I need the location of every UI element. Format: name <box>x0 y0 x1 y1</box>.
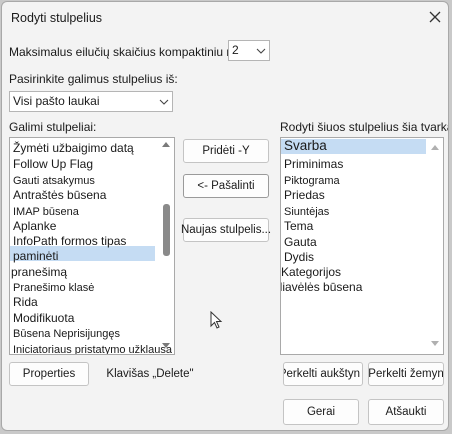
shown-scrollbar[interactable] <box>428 138 443 354</box>
list-item-selected[interactable]: Svarba <box>284 139 327 153</box>
list-item[interactable]: Kategorijos <box>281 265 341 279</box>
scrollbar-thumb[interactable] <box>163 204 170 256</box>
move-down-label: Perkelti žemyn <box>368 368 444 380</box>
max-lines-value: 2 <box>232 43 239 57</box>
mouse-pointer-icon <box>210 311 223 329</box>
list-item[interactable]: Vėliavėlės būsena <box>281 280 362 294</box>
close-icon <box>429 11 441 23</box>
list-item[interactable]: Rida <box>13 295 38 309</box>
available-columns-list[interactable]: Žymėti užbaigimo datą Follow Up Flag Gau… <box>9 137 175 355</box>
list-item[interactable]: Gauti atsakymus <box>13 174 95 188</box>
available-scrollbar[interactable] <box>159 138 174 354</box>
delete-key-button[interactable]: Klavišas „Delete" <box>97 362 203 386</box>
list-item[interactable]: Antraštės būsena <box>13 188 106 202</box>
list-item[interactable]: InfoPath formos tipas <box>13 234 126 248</box>
move-down-button[interactable]: Perkelti žemyn <box>368 362 444 386</box>
available-columns-label: Galimi stulpeliai: <box>9 120 97 134</box>
rodyti-stulpelius-dialog: Rodyti stulpelius Maksimalus eilučių ska… <box>1 1 449 431</box>
list-item[interactable]: Žymėti užbaigimo datą <box>13 141 134 155</box>
shown-columns-label: Rodyti šiuos stulpelius šia tvarka: <box>280 120 449 134</box>
max-lines-combo[interactable]: 2 <box>228 40 270 61</box>
dialog-title: Rodyti stulpelius <box>11 11 103 25</box>
ok-button[interactable]: Gerai <box>283 399 359 425</box>
list-item[interactable]: Tema <box>284 219 313 233</box>
available-from-label: Pasirinkite galimus stulpelius iš: <box>9 72 178 86</box>
scroll-up-icon[interactable] <box>431 145 439 150</box>
close-button[interactable] <box>424 6 446 28</box>
list-item[interactable]: Būsena Neprisijungęs <box>13 327 120 341</box>
chevron-down-icon <box>155 92 172 111</box>
list-item[interactable]: Gauta <box>284 235 317 249</box>
list-item[interactable]: Priedas <box>284 188 325 202</box>
list-item[interactable]: Aplanke <box>13 219 56 233</box>
list-item[interactable]: Priminimas <box>284 157 343 171</box>
list-item[interactable]: Iniciatoriaus pristatymo užklausa <box>13 343 172 354</box>
list-item-selected[interactable]: paminėti <box>13 249 58 263</box>
add-button[interactable]: Pridėti -Y <box>183 139 269 163</box>
move-up-label: Perkelti aukštyn <box>283 368 360 380</box>
scroll-down-icon[interactable] <box>431 341 439 346</box>
shown-columns-list[interactable]: Svarba Priminimas Piktograma Priedas Siu… <box>280 137 444 355</box>
cancel-button[interactable]: Atšaukti <box>368 399 444 425</box>
list-item[interactable]: Dydis <box>284 250 314 264</box>
remove-button[interactable]: <- Pašalinti <box>183 174 269 198</box>
list-item[interactable]: pranešimą <box>11 265 67 279</box>
available-from-combo[interactable]: Visi pašto laukai <box>9 91 173 112</box>
list-item[interactable]: IMAP būsena <box>13 205 79 219</box>
available-from-value: Visi pašto laukai <box>13 94 100 108</box>
list-item[interactable]: Piktograma <box>284 174 340 188</box>
scroll-down-icon[interactable] <box>162 343 170 348</box>
list-item[interactable]: Modifikuota <box>13 311 74 325</box>
list-item[interactable]: Siuntėjas <box>284 205 329 219</box>
new-column-button[interactable]: Naujas stulpelis... <box>181 218 271 242</box>
move-up-button[interactable]: Perkelti aukštyn <box>283 362 363 386</box>
scroll-up-icon[interactable] <box>162 142 170 147</box>
list-item[interactable]: Pranešimo klasė <box>13 281 94 295</box>
chevron-down-icon <box>252 41 269 60</box>
properties-button[interactable]: Properties <box>9 362 89 386</box>
list-item[interactable]: Follow Up Flag <box>13 157 93 171</box>
